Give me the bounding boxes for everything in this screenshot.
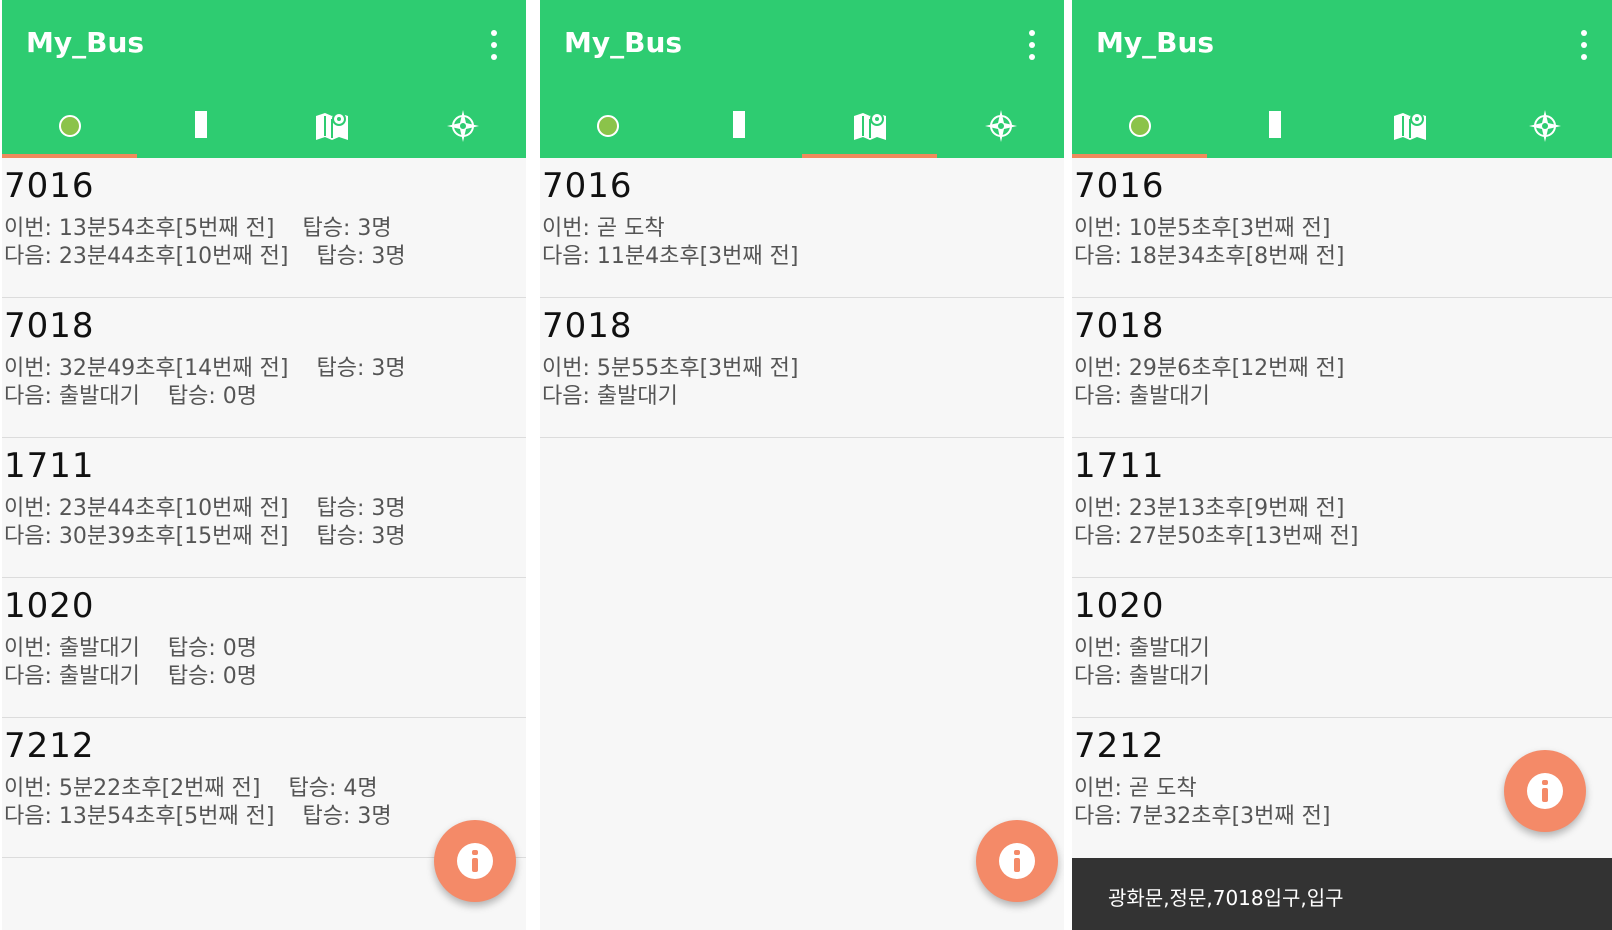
tab-bar [540, 100, 1064, 158]
bus-row[interactable]: 7018 이번: 32분49초후[14번째 전] 탑승: 3명 다음: 출발대기 탑… [2, 298, 526, 438]
bus-number: 7018 [542, 306, 633, 346]
bar-icon [194, 111, 207, 138]
bus-row[interactable]: 1020 이번: 출발대기 다음: 출발대기 [1072, 578, 1612, 718]
bus-number: 7212 [1074, 726, 1165, 766]
map-icon [315, 112, 348, 140]
info-button[interactable] [434, 820, 516, 902]
next-arrival: 다음: 30분39초후[15번째 전] 탑승: 3명 [4, 518, 406, 550]
app-bar: My_Bus [1072, 0, 1612, 158]
next-arrival: 다음: 출발대기 [1074, 664, 1210, 689]
next-arrival: 다음: 18분34초후[8번째 전] [1074, 244, 1345, 269]
bus-number: 7212 [4, 726, 95, 766]
bus-number: 7016 [1074, 166, 1165, 206]
next-arrival: 다음: 11분4초후[3번째 전] [542, 244, 799, 269]
boarding-count: 탑승: 3명 [316, 524, 406, 549]
bus-number: 7018 [1074, 306, 1165, 346]
info-icon [457, 843, 493, 879]
bus-row[interactable]: 7016 이번: 곧 도착 다음: 11분4초후[3번째 전] [540, 158, 1064, 298]
tab-map[interactable] [802, 100, 937, 158]
boarding-count: 탑승: 3명 [316, 356, 406, 381]
tab-stops[interactable] [133, 100, 268, 158]
compass-icon [984, 110, 1017, 142]
bus-number: 1020 [4, 586, 95, 626]
dot-icon [58, 115, 81, 137]
tab-location[interactable] [1477, 100, 1612, 158]
map-icon [1393, 112, 1426, 140]
tab-bar [1072, 100, 1612, 158]
dot-icon [596, 115, 619, 137]
bus-number: 1711 [4, 446, 95, 486]
boarding-count: 탑승: 0명 [167, 384, 257, 409]
boarding-count: 탑승: 3명 [302, 804, 392, 829]
panel-2: My_Bus 7016 이번: 곧 도착 다음: 11분4초후[3번째 전] 7… [540, 0, 1064, 930]
tab-map[interactable] [264, 100, 399, 158]
bus-row[interactable]: 7018 이번: 5분55초후[3번째 전] 다음: 출발대기 [540, 298, 1064, 438]
next-arrival: 다음: 출발대기 [542, 384, 678, 409]
compass-icon [446, 110, 479, 142]
bus-row[interactable]: 7016 이번: 13분54초후[5번째 전] 탑승: 3명 다음: 23분44초… [2, 158, 526, 298]
info-icon [1527, 773, 1563, 809]
tab-location[interactable] [933, 100, 1064, 158]
tab-location[interactable] [395, 100, 526, 158]
panel-1: My_Bus 7016 이번: 13분54초후[5번째 전] 탑승: 3명 다음… [2, 0, 526, 930]
snackbar: 광화문,정문,7018입구,입구 [1072, 858, 1612, 930]
tab-stops[interactable] [1207, 100, 1342, 158]
tab-current[interactable] [1072, 100, 1207, 158]
bar-icon [1268, 111, 1281, 138]
tab-current[interactable] [2, 100, 137, 158]
tab-bar [2, 100, 526, 158]
overflow-menu-icon[interactable] [1574, 30, 1594, 64]
bar-icon [732, 111, 745, 138]
bus-number: 1020 [1074, 586, 1165, 626]
info-button[interactable] [1504, 750, 1586, 832]
info-icon [999, 843, 1035, 879]
app-title: My_Bus [1096, 26, 1215, 59]
next-arrival: 다음: 출발대기 [1074, 384, 1210, 409]
tab-stops[interactable] [671, 100, 806, 158]
overflow-menu-icon[interactable] [1022, 30, 1042, 64]
overflow-menu-icon[interactable] [484, 30, 504, 64]
app-bar: My_Bus [2, 0, 526, 158]
app-title: My_Bus [564, 26, 683, 59]
next-arrival: 다음: 13분54초후[5번째 전] 탑승: 3명 [4, 798, 392, 830]
map-icon [853, 112, 886, 140]
app-bar: My_Bus [540, 0, 1064, 158]
boarding-count: 탑승: 3명 [316, 244, 406, 269]
bus-row[interactable]: 1711 이번: 23분13초후[9번째 전] 다음: 27분50초후[13번째… [1072, 438, 1612, 578]
bus-row[interactable]: 7016 이번: 10분5초후[3번째 전] 다음: 18분34초후[8번째 전… [1072, 158, 1612, 298]
info-button[interactable] [976, 820, 1058, 902]
bus-list: 7016 이번: 곧 도착 다음: 11분4초후[3번째 전] 7018 이번:… [540, 158, 1064, 438]
bus-row[interactable]: 1020 이번: 출발대기 탑승: 0명 다음: 출발대기 탑승: 0명 [2, 578, 526, 718]
bus-number: 7016 [542, 166, 633, 206]
tab-current[interactable] [540, 100, 675, 158]
boarding-count: 탑승: 0명 [167, 664, 257, 689]
panel-3: My_Bus 7016 이번: 10분5초후[3번째 전] 다음: 18분34초… [1072, 0, 1612, 930]
bus-row[interactable]: 7018 이번: 29분6초후[12번째 전] 다음: 출발대기 [1072, 298, 1612, 438]
bus-list: 7016 이번: 13분54초후[5번째 전] 탑승: 3명 다음: 23분44초… [2, 158, 526, 858]
dot-icon [1128, 115, 1151, 137]
next-arrival: 다음: 7분32초후[3번째 전] [1074, 804, 1331, 829]
compass-icon [1528, 110, 1561, 142]
snackbar-message: 광화문,정문,7018입구,입구 [1108, 886, 1344, 910]
app-title: My_Bus [26, 26, 145, 59]
bus-number: 7016 [4, 166, 95, 206]
bus-row[interactable]: 1711 이번: 23분44초후[10번째 전] 탑승: 3명 다음: 30분39… [2, 438, 526, 578]
next-arrival: 다음: 27분50초후[13번째 전] [1074, 524, 1359, 549]
tab-map[interactable] [1342, 100, 1477, 158]
next-arrival: 다음: 출발대기 탑승: 0명 [4, 658, 257, 690]
next-arrival: 다음: 출발대기 탑승: 0명 [4, 378, 257, 410]
bus-number: 7018 [4, 306, 95, 346]
next-arrival: 다음: 23분44초후[10번째 전] 탑승: 3명 [4, 238, 406, 270]
bus-number: 1711 [1074, 446, 1165, 486]
